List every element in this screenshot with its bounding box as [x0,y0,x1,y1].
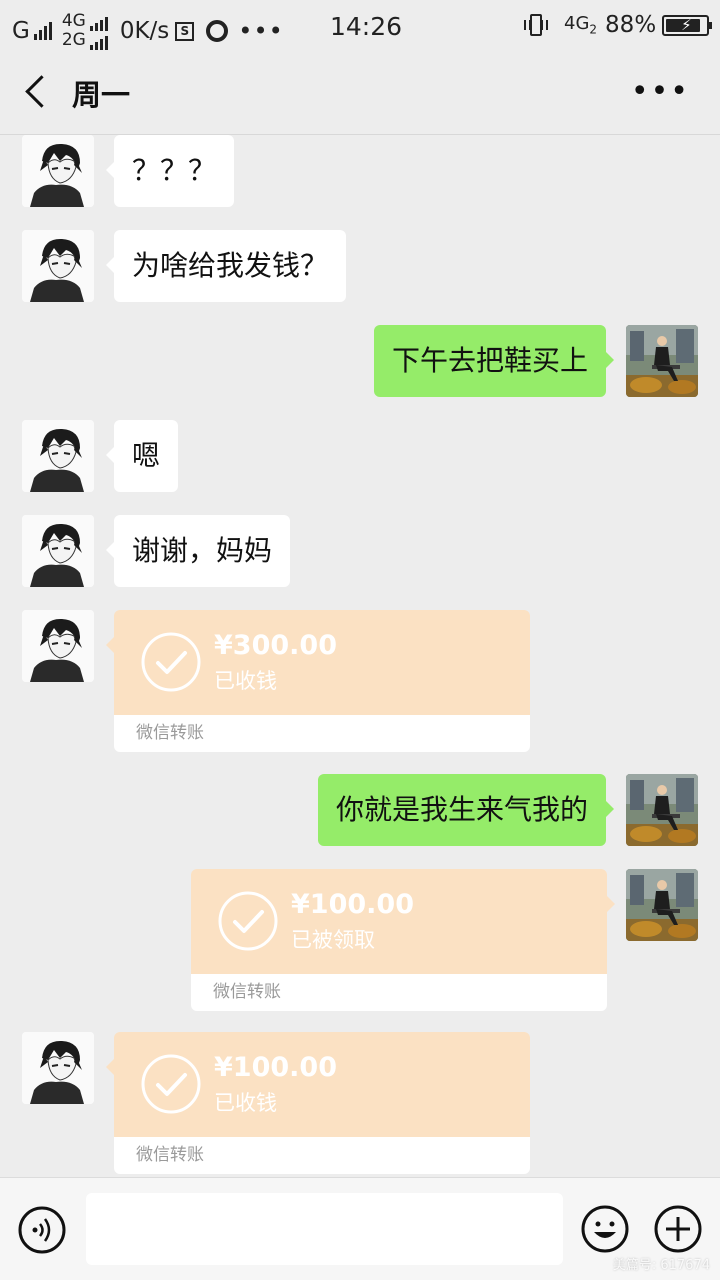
transfer-status: 已收钱 [214,669,277,693]
message-input[interactable] [86,1193,563,1265]
plus-icon[interactable] [653,1204,703,1254]
message-bubble-self[interactable]: 下午去把鞋买上 [373,325,615,397]
qq-browser-icon [206,20,229,42]
message-bubble[interactable]: 为啥给我发钱？ [105,230,347,302]
my-avatar[interactable] [626,325,698,397]
app-s-icon: S [175,21,195,41]
my-avatar[interactable] [626,774,698,846]
clock: 14:26 [330,12,403,41]
watermark: 美篇号: 617674 [612,1258,710,1273]
net-bottom-label: 2G [61,30,86,50]
contact-avatar[interactable] [22,1032,94,1104]
message-bubble[interactable]: ？？？ [105,135,235,207]
net-speed: 0K/s [119,18,170,44]
message-bubble[interactable]: 嗯 [105,420,179,492]
sim1-label: G [12,18,30,44]
check-circle-icon [140,631,202,693]
contact-avatar[interactable] [22,515,94,587]
status-bar: G 4G 2G 0K/s S ••• 14:26 4G2 88% ⚡ [0,0,720,50]
transfer-card-body: ¥100.00 已收钱 [106,1032,530,1137]
status-right: 4G2 88% ⚡ [524,12,713,38]
transfer-amount: ¥100.00 [291,889,414,920]
contact-avatar[interactable] [22,230,94,302]
emoji-icon[interactable] [580,1204,630,1254]
signal-icon [89,32,108,50]
battery-percent: 88% [605,12,657,38]
transfer-card[interactable]: ¥100.00 已被领取 微信转账 [191,869,615,1011]
more-options-button[interactable]: ••• [631,74,690,109]
transfer-footer: 微信转账 [191,974,607,1011]
contact-avatar[interactable] [22,610,94,682]
transfer-status: 已收钱 [214,1091,277,1115]
transfer-card-body: ¥300.00 已收钱 [106,610,530,715]
back-button[interactable] [24,76,54,110]
contact-avatar[interactable] [22,420,94,492]
network-type: 4G 2G [62,12,108,50]
chat-title: 周一 [72,78,131,112]
transfer-amount: ¥300.00 [214,630,337,661]
transfer-footer: 微信转账 [114,715,530,752]
message-bubble[interactable]: 谢谢，妈妈 [105,515,291,587]
more-notifications-icon: ••• [238,17,284,45]
signal-group: G 4G 2G 0K/s S ••• [12,12,284,50]
my-avatar[interactable] [626,869,698,941]
transfer-footer: 微信转账 [114,1137,530,1174]
signal-icon [33,22,52,40]
net-top-label: 4G [61,11,86,31]
signal-icon [89,13,108,31]
chat-header: 周一 ••• [0,50,720,135]
check-circle-icon [140,1053,202,1115]
contact-avatar[interactable] [22,135,94,207]
net2-label: 4G2 [564,13,598,37]
voice-icon[interactable] [17,1205,67,1255]
check-circle-icon [217,890,279,952]
transfer-card-body: ¥100.00 已被领取 [191,869,615,974]
battery-icon: ⚡ [662,14,713,36]
transfer-amount: ¥100.00 [214,1052,337,1083]
transfer-status: 已被领取 [291,928,375,952]
transfer-card[interactable]: ¥100.00 已收钱 微信转账 [106,1032,530,1174]
transfer-card[interactable]: ¥300.00 已收钱 微信转账 [106,610,530,752]
vibrate-icon [524,14,548,36]
message-bubble-self[interactable]: 你就是我生来气我的 [317,774,615,846]
